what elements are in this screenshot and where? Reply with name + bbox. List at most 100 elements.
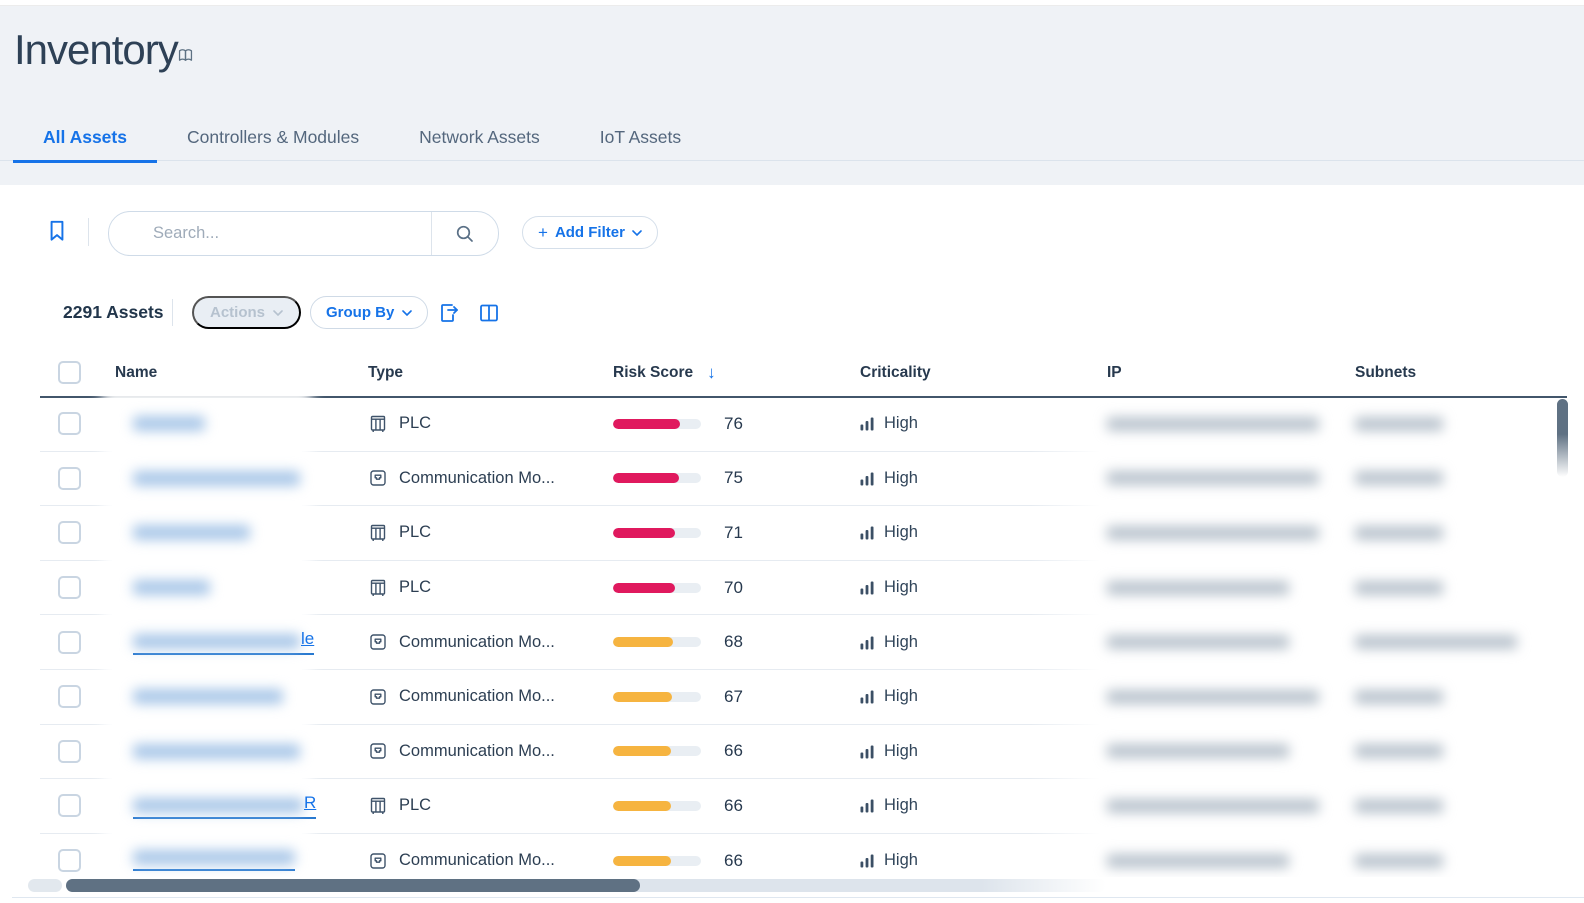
redacted-subnet <box>1355 690 1443 704</box>
asset-name-link-tail[interactable]: le <box>301 629 314 649</box>
row-checkbox[interactable] <box>58 631 81 654</box>
redacted-ip <box>1107 854 1289 868</box>
row-checkbox[interactable] <box>58 794 81 817</box>
asset-name-cell[interactable] <box>115 471 368 486</box>
criticality-bars-icon <box>860 416 875 431</box>
column-header-name[interactable]: Name <box>115 364 368 382</box>
export-icon[interactable] <box>437 301 461 325</box>
redacted-subnet <box>1355 854 1443 868</box>
asset-name-cell[interactable] <box>115 525 368 540</box>
risk-score-value: 66 <box>724 741 743 761</box>
horizontal-scrollbar-thumb[interactable] <box>66 879 640 892</box>
redacted-ip <box>1107 690 1319 704</box>
vertical-scrollbar-thumb[interactable] <box>1557 399 1568 477</box>
risk-score-bar <box>613 637 701 647</box>
asset-name-cell[interactable]: R <box>115 793 368 819</box>
select-all-checkbox[interactable] <box>58 361 81 384</box>
horizontal-scrollbar-left-cap[interactable] <box>28 879 62 892</box>
plc-icon <box>368 796 388 816</box>
criticality-label: High <box>884 633 918 652</box>
row-checkbox[interactable] <box>58 849 81 872</box>
saved-filters-bookmark-icon[interactable] <box>44 218 72 246</box>
risk-score-value: 70 <box>724 578 743 598</box>
risk-score-bar-fill <box>613 528 675 538</box>
plc-icon <box>368 414 388 434</box>
redacted-asset-name <box>133 689 283 704</box>
row-checkbox[interactable] <box>58 740 81 763</box>
risk-score-bar <box>613 528 701 538</box>
group-by-button[interactable]: Group By <box>310 296 428 329</box>
manage-columns-icon[interactable] <box>477 301 501 325</box>
tab-all-assets[interactable]: All Assets <box>13 114 157 163</box>
documentation-book-icon[interactable] <box>177 47 194 64</box>
risk-score-bar <box>613 473 701 483</box>
column-header-subnets[interactable]: Subnets <box>1355 364 1567 382</box>
criticality-label: High <box>884 578 918 597</box>
asset-name-cell[interactable] <box>115 689 368 704</box>
search-input[interactable] <box>151 223 431 244</box>
criticality-label: High <box>884 687 918 706</box>
redacted-subnet <box>1355 635 1517 649</box>
redacted-asset-name <box>133 798 303 813</box>
criticality-bars-icon <box>860 744 875 759</box>
row-checkbox[interactable] <box>58 685 81 708</box>
criticality-label: High <box>884 414 918 433</box>
redacted-subnet <box>1355 744 1443 758</box>
sort-descending-arrow-icon[interactable]: ↓ <box>707 363 716 383</box>
tab-controllers-modules[interactable]: Controllers & Modules <box>157 114 389 160</box>
row-checkbox[interactable] <box>58 412 81 435</box>
column-header-criticality[interactable]: Criticality <box>860 364 1107 382</box>
criticality-bars-icon <box>860 635 875 650</box>
risk-score-bar <box>613 801 701 811</box>
asset-name-cell[interactable]: le <box>115 629 368 655</box>
risk-score-value: 76 <box>724 414 743 434</box>
risk-score-bar <box>613 692 701 702</box>
risk-score-bar-fill <box>613 801 671 811</box>
redacted-ip <box>1107 526 1319 540</box>
risk-score-bar-fill <box>613 746 671 756</box>
chevron-down-icon <box>273 310 283 316</box>
criticality-bars-icon <box>860 798 875 813</box>
redacted-asset-name <box>133 580 210 595</box>
criticality-bars-icon <box>860 471 875 486</box>
redacted-ip <box>1107 799 1319 813</box>
criticality-label: High <box>884 851 918 870</box>
tab-iot-assets[interactable]: IoT Assets <box>570 114 711 160</box>
row-checkbox[interactable] <box>58 576 81 599</box>
criticality-label: High <box>884 742 918 761</box>
communication-module-icon <box>368 687 388 707</box>
asset-type-label: PLC <box>399 414 431 433</box>
risk-score-bar-fill <box>613 856 671 866</box>
risk-score-value: 67 <box>724 687 743 707</box>
asset-type-label: Communication Mo... <box>399 851 555 870</box>
risk-score-value: 71 <box>724 523 743 543</box>
asset-type-label: PLC <box>399 796 431 815</box>
redacted-asset-name <box>133 525 250 540</box>
asset-type-label: PLC <box>399 523 431 542</box>
add-filter-button[interactable]: + Add Filter <box>522 216 658 249</box>
column-header-risk-score[interactable]: Risk Score ↓ <box>613 363 860 383</box>
plc-icon <box>368 578 388 598</box>
column-header-type[interactable]: Type <box>368 364 613 382</box>
asset-name-link-tail[interactable]: R <box>304 793 316 813</box>
row-checkbox[interactable] <box>58 521 81 544</box>
actions-button-disabled[interactable]: Actions <box>192 296 301 329</box>
tab-bar: All Assets Controllers & Modules Network… <box>0 114 1584 161</box>
asset-name-cell[interactable] <box>115 850 368 871</box>
communication-module-icon <box>368 851 388 871</box>
column-header-ip[interactable]: IP <box>1107 364 1355 382</box>
asset-name-cell[interactable] <box>115 744 368 759</box>
redacted-ip <box>1107 744 1289 758</box>
criticality-bars-icon <box>860 689 875 704</box>
redacted-asset-name <box>133 471 300 486</box>
redacted-subnet <box>1355 417 1443 431</box>
criticality-bars-icon <box>860 525 875 540</box>
card-bottom-border <box>12 897 1584 898</box>
search-icon[interactable] <box>432 212 498 255</box>
risk-score-value: 66 <box>724 851 743 871</box>
chevron-down-icon <box>402 310 412 316</box>
row-checkbox[interactable] <box>58 467 81 490</box>
risk-score-bar-fill <box>613 473 679 483</box>
tab-network-assets[interactable]: Network Assets <box>389 114 570 160</box>
asset-type-label: Communication Mo... <box>399 687 555 706</box>
